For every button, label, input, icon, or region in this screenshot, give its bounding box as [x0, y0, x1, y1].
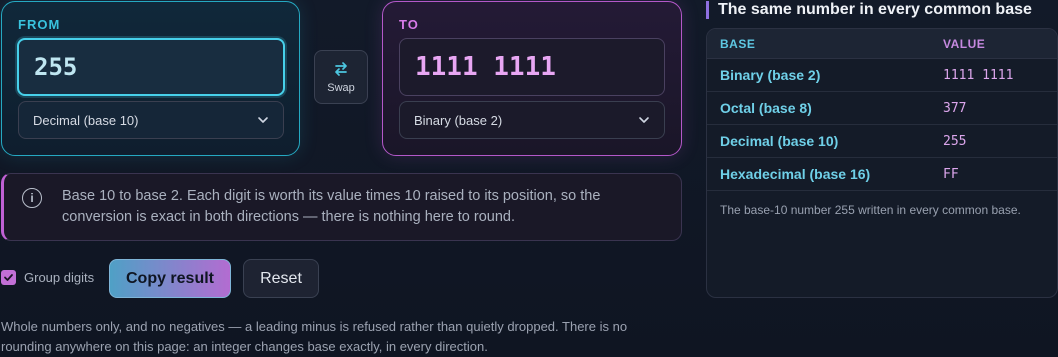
to-panel: TO 1111 1111 Binary (base 2) — [382, 1, 682, 156]
row-base: Decimal (base 10) — [720, 133, 839, 149]
to-base-select[interactable]: Binary (base 2) — [399, 101, 665, 139]
chevron-down-icon — [258, 117, 268, 123]
row-base: Hexadecimal (base 16) — [720, 166, 871, 182]
table-row: Hexadecimal (base 16) FF — [707, 158, 1057, 191]
info-text: Base 10 to base 2. Each digit is worth i… — [62, 188, 601, 225]
copy-result-button[interactable]: Copy result — [109, 259, 231, 298]
to-label: TO — [399, 17, 419, 32]
group-digits-checkbox[interactable]: Group digits — [1, 270, 94, 285]
reset-button[interactable]: Reset — [243, 259, 319, 298]
checkbox-checked-icon — [1, 270, 16, 285]
column-header-base: BASE — [720, 36, 756, 51]
swap-label: Swap — [327, 82, 355, 94]
from-base-select[interactable]: Decimal (base 10) — [18, 101, 284, 139]
table-caption: The base-10 number 255 written in every … — [720, 203, 1021, 217]
info-callout: i Base 10 to base 2. Each digit is worth… — [1, 173, 682, 241]
from-label: FROM — [18, 17, 61, 32]
row-value: 255 — [943, 133, 967, 149]
group-digits-label: Group digits — [24, 270, 95, 285]
row-value: 1111 1111 — [943, 67, 1014, 83]
from-value-input[interactable]: 255 — [17, 38, 285, 96]
to-value-output[interactable]: 1111 1111 — [399, 38, 665, 96]
row-value: FF — [943, 166, 959, 182]
swap-button[interactable]: Swap — [314, 50, 368, 104]
sidebar-title: The same number in every common base — [706, 1, 1032, 19]
column-header-value: VALUE — [943, 36, 986, 51]
table-row: Decimal (base 10) 255 — [707, 125, 1057, 158]
table-row: Octal (base 8) 377 — [707, 92, 1057, 125]
swap-arrows-icon — [335, 62, 347, 76]
row-value: 377 — [943, 100, 967, 116]
row-base: Octal (base 8) — [720, 100, 812, 116]
from-panel: FROM 255 Decimal (base 10) — [1, 1, 300, 156]
from-base-select-value: Decimal (base 10) — [33, 112, 139, 128]
row-base: Binary (base 2) — [720, 67, 821, 83]
info-icon: i — [22, 188, 42, 208]
bases-table-card: BASE VALUE Binary (base 2) 1111 1111 Oct… — [706, 28, 1058, 298]
table-header: BASE VALUE — [707, 29, 1057, 59]
table-row: Binary (base 2) 1111 1111 — [707, 59, 1057, 92]
to-base-select-value: Binary (base 2) — [414, 112, 503, 128]
footnote: Whole numbers only, and no negatives — a… — [1, 319, 628, 354]
chevron-down-icon — [639, 117, 649, 123]
